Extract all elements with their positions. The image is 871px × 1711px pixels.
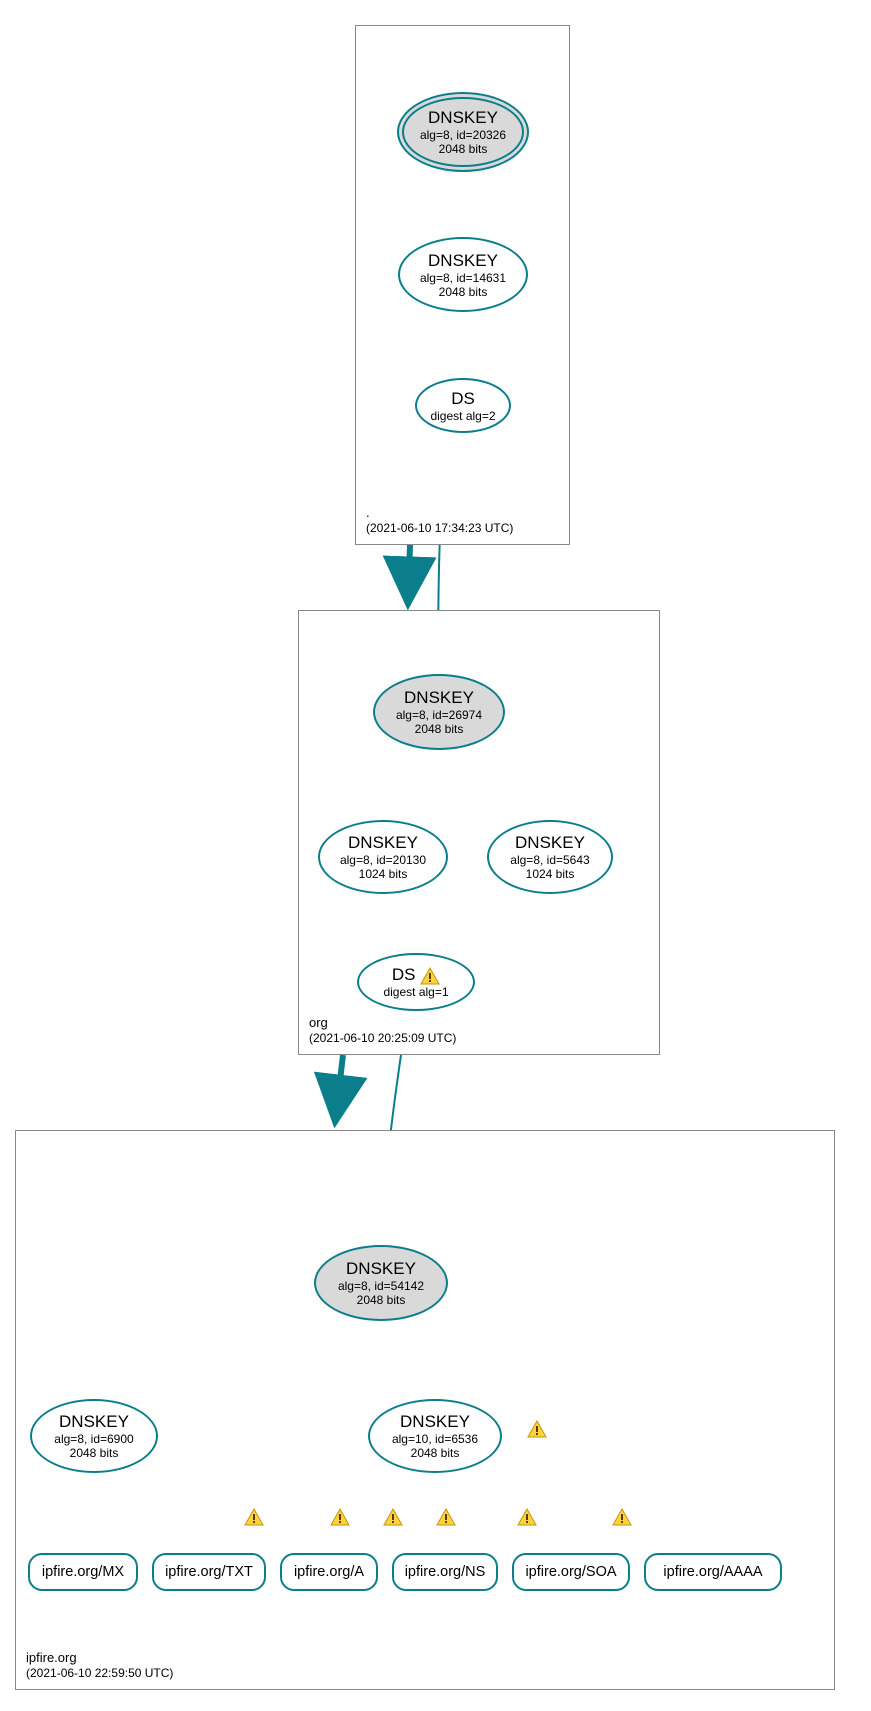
warning-icon	[436, 1508, 456, 1526]
zone-org-label: org (2021-06-10 20:25:09 UTC)	[309, 1015, 456, 1046]
rrset-a: ipfire.org/A	[280, 1553, 378, 1591]
zone-ipfire-ts: (2021-06-10 22:59:50 UTC)	[26, 1666, 173, 1681]
zone-root-ts: (2021-06-10 17:34:23 UTC)	[366, 521, 513, 536]
node-org-zsk2: DNSKEY alg=8, id=5643 1024 bits	[487, 820, 613, 894]
node-ipfire-dnskey-6900: DNSKEY alg=8, id=6900 2048 bits	[30, 1399, 158, 1473]
warning-icon	[330, 1508, 350, 1526]
node-ipfire-ksk: DNSKEY alg=8, id=54142 2048 bits	[314, 1245, 448, 1321]
node-root-ds: DS digest alg=2	[415, 378, 511, 433]
rrset-mx: ipfire.org/MX	[28, 1553, 138, 1591]
zone-ipfire-name: ipfire.org	[26, 1650, 173, 1666]
zone-root-label: . (2021-06-10 17:34:23 UTC)	[366, 505, 513, 536]
node-ipfire-dnskey-6536: DNSKEY alg=10, id=6536 2048 bits	[368, 1399, 502, 1473]
node-org-ds: DS digest alg=1	[357, 953, 475, 1011]
zone-org-ts: (2021-06-10 20:25:09 UTC)	[309, 1031, 456, 1046]
rrset-ns: ipfire.org/NS	[392, 1553, 498, 1591]
node-root-ksk: DNSKEY alg=8, id=20326 2048 bits	[397, 92, 529, 172]
node-org-zsk1: DNSKEY alg=8, id=20130 1024 bits	[318, 820, 448, 894]
warning-icon	[527, 1420, 547, 1438]
zone-ipfire-label: ipfire.org (2021-06-10 22:59:50 UTC)	[26, 1650, 173, 1681]
warning-icon	[383, 1508, 403, 1526]
rrset-soa: ipfire.org/SOA	[512, 1553, 630, 1591]
rrset-aaaa: ipfire.org/AAAA	[644, 1553, 782, 1591]
dnssec-chain-diagram: . (2021-06-10 17:34:23 UTC) org (2021-06…	[0, 0, 871, 1711]
warning-icon	[612, 1508, 632, 1526]
warning-icon	[517, 1508, 537, 1526]
zone-root-name: .	[366, 505, 513, 521]
warning-icon	[420, 967, 440, 985]
rrset-txt: ipfire.org/TXT	[152, 1553, 266, 1591]
node-root-zsk: DNSKEY alg=8, id=14631 2048 bits	[398, 237, 528, 312]
warning-icon	[244, 1508, 264, 1526]
zone-org-name: org	[309, 1015, 456, 1031]
node-org-ksk: DNSKEY alg=8, id=26974 2048 bits	[373, 674, 505, 750]
